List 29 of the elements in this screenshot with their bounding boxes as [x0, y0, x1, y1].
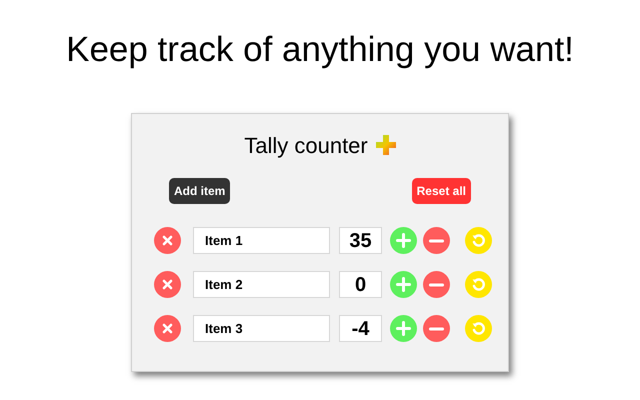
plus-icon [396, 277, 411, 292]
minus-icon [429, 238, 444, 242]
reset-icon [471, 233, 486, 248]
minus-icon [429, 282, 444, 286]
add-item-button[interactable]: Add item [169, 178, 230, 204]
remove-button[interactable] [154, 315, 181, 342]
item-name-field[interactable]: Item 3 [193, 315, 330, 342]
count-field[interactable]: 0 [339, 271, 382, 298]
close-icon [162, 235, 173, 246]
reset-icon [471, 277, 486, 292]
count-field[interactable]: -4 [339, 315, 382, 342]
count-field[interactable]: 35 [339, 227, 382, 254]
decrement-button[interactable] [423, 227, 450, 254]
plus-icon [376, 135, 396, 155]
minus-icon [429, 326, 444, 330]
headline: Keep track of anything you want! [66, 29, 574, 71]
plus-icon [396, 233, 411, 248]
close-icon [162, 323, 173, 334]
app-title: Tally counter [244, 132, 368, 160]
decrement-button[interactable] [423, 271, 450, 298]
close-icon [162, 279, 173, 290]
remove-button[interactable] [154, 227, 181, 254]
remove-button[interactable] [154, 271, 181, 298]
plus-icon [396, 321, 411, 336]
item-name-field[interactable]: Item 1 [193, 227, 330, 254]
reset-all-button[interactable]: Reset all [412, 178, 471, 204]
decrement-button[interactable] [423, 315, 450, 342]
item-name-field[interactable]: Item 2 [193, 271, 330, 298]
reset-icon [471, 321, 486, 336]
